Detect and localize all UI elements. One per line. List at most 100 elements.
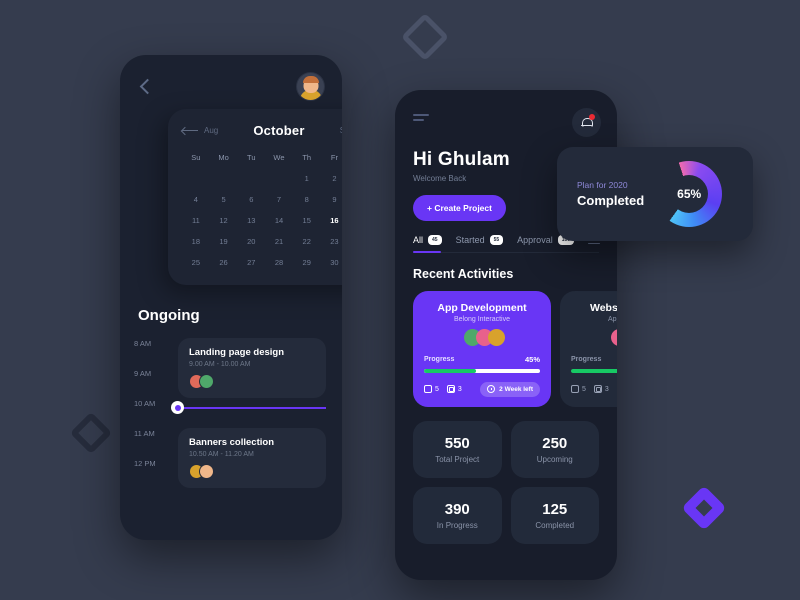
diamond-outline-right	[681, 485, 727, 531]
stat-card[interactable]: 390 In Progress	[413, 486, 502, 544]
left-phone-header	[120, 55, 342, 101]
calendar-grid[interactable]: SuMoTuWeThFrSa12345678910111213141516171…	[182, 152, 342, 269]
timeline-slot: 8 AM Landing page design 9.00 AM - 10.00 A…	[134, 338, 328, 398]
activity-title: App Development	[437, 302, 527, 314]
plan-eyebrow: Plan for 2020	[577, 180, 628, 190]
calendar-day[interactable]: 7	[265, 194, 293, 206]
calendar-day[interactable]: 23	[321, 236, 342, 248]
calendar-day[interactable]: 25	[182, 257, 210, 269]
calendar-day[interactable]: 14	[265, 215, 293, 227]
tab-label: All	[413, 235, 424, 245]
activity-meta: 53 2 Week left	[424, 381, 540, 397]
calendar-day[interactable]: 4	[182, 194, 210, 206]
timeline-hour-label: 10 AM	[134, 399, 156, 408]
create-project-button[interactable]: + Create Project	[413, 195, 506, 221]
calendar-day[interactable]: 26	[210, 257, 238, 269]
active-tab-underline	[413, 250, 441, 253]
calendar-day[interactable]: 8	[293, 194, 321, 206]
tab-all[interactable]: All 45	[413, 235, 442, 245]
image-icon	[424, 385, 432, 393]
chevron-left-icon[interactable]	[138, 80, 152, 94]
tab-started[interactable]: Started 55	[456, 235, 504, 245]
calendar-day[interactable]: 28	[265, 257, 293, 269]
activity-meta: 533 Days left	[571, 382, 617, 397]
calendar-weekday: We	[273, 153, 285, 162]
calendar-day[interactable]: 2	[321, 173, 342, 185]
deadline-pill: 2 Week left	[480, 381, 540, 397]
deadline-label: 2 Week left	[499, 385, 533, 393]
stat-value: 550	[444, 434, 470, 452]
recent-activities-title: Recent Activities	[413, 267, 514, 281]
stat-value: 125	[542, 500, 568, 518]
stat-value: 390	[444, 500, 470, 518]
calendar-day[interactable]: 19	[210, 236, 238, 248]
prev-month-label: Aug	[204, 126, 219, 135]
hamburger-menu-icon[interactable]	[413, 108, 429, 124]
stat-label: Completed	[535, 520, 575, 530]
calendar-day[interactable]: 5	[210, 194, 238, 206]
stat-label: Total Project	[435, 454, 480, 464]
ongoing-title: Ongoing	[138, 307, 200, 324]
calendar-day[interactable]: 1	[293, 173, 321, 185]
tab-label: Approval	[517, 235, 553, 245]
tab-label: Started	[455, 235, 485, 245]
timeline-hour-label: 11 AM	[134, 429, 155, 438]
calendar-weekday: Th	[302, 153, 312, 162]
arrow-left-icon	[182, 129, 198, 132]
plan-text: Plan for 2020 Completed	[577, 180, 644, 208]
stat-card[interactable]: 250 Upcoming	[510, 420, 599, 478]
stat-label: In Progress	[436, 520, 478, 530]
calendar-day[interactable]: 29	[293, 257, 321, 269]
comment-icon	[593, 385, 602, 393]
calendar-month-title: October	[253, 123, 305, 138]
progress-value: 45%	[524, 355, 540, 364]
plan-percent-label: 65%	[670, 175, 709, 213]
next-month-label: Sep	[340, 126, 342, 135]
plan-summary-card[interactable]: Plan for 2020 Completed 65%	[557, 147, 753, 241]
progress-label: Progress	[424, 356, 455, 363]
avatar[interactable]	[297, 73, 324, 100]
activity-title: Website Design	[590, 302, 617, 314]
schedule-timeline: 8 AM Landing page design 9.00 AM - 10.00 A…	[120, 338, 342, 488]
calendar-day[interactable]: 11	[182, 215, 210, 227]
tab-badge: 55	[489, 235, 504, 245]
calendar-weekday: Tu	[247, 153, 256, 162]
stat-cards: 550 Total Project 250 Upcoming 390 In Progres…	[413, 420, 599, 544]
calendar-day[interactable]: 9	[321, 194, 342, 206]
calendar-day[interactable]: 13	[237, 215, 265, 227]
calendar-day[interactable]: 21	[265, 236, 293, 248]
stat-value: 250	[542, 434, 568, 452]
stat-card[interactable]: 550 Total Project	[413, 420, 502, 478]
timeline-hour-label: 9 AM	[134, 369, 152, 378]
calendar-day[interactable]: 27	[237, 257, 265, 269]
calendar-day[interactable]: 15	[293, 215, 321, 227]
diamond-outline-top	[400, 12, 450, 62]
calendar-blank	[182, 173, 210, 185]
calendar-day[interactable]: 30	[321, 257, 342, 269]
notification-bell-icon[interactable]	[572, 108, 601, 137]
calendar-day[interactable]: 16	[321, 215, 342, 227]
canvas: Aug October Sep SuMoTuWeThFrSa1234567891…	[0, 0, 800, 600]
progress-label: Progress	[571, 356, 602, 363]
progress-row: Progress75%	[571, 355, 617, 364]
event-title: Banners collection	[189, 437, 274, 448]
avatar-orange	[611, 329, 617, 346]
calendar-day[interactable]: 12	[210, 215, 238, 227]
stat-card[interactable]: 125 Completed	[510, 486, 599, 544]
calendar-day[interactable]: 20	[237, 236, 265, 248]
activity-card[interactable]: App Development Belong Interactive Progres…	[413, 291, 551, 407]
calendar-prev-month[interactable]: Aug	[182, 126, 218, 135]
activity-cards: App Development Belong Interactive Progres…	[413, 291, 617, 407]
calendar-day[interactable]: 22	[293, 236, 321, 248]
calendar-day[interactable]: 6	[237, 194, 265, 206]
activity-card[interactable]: Website Design App Emirates Progress75% 533…	[560, 291, 617, 407]
calendar-weekday: Mo	[218, 153, 229, 162]
attachment-count: 5	[571, 385, 586, 393]
calendar-next-month[interactable]: Sep	[340, 126, 342, 135]
plan-donut-chart: 65%	[656, 161, 723, 227]
timeline-slot: 9 AM	[134, 368, 328, 398]
calendar-day[interactable]: 18	[182, 236, 210, 248]
timeline-hour-label: 12 PM	[134, 459, 156, 468]
calendar-header: Aug October Sep	[182, 123, 342, 138]
comment-icon	[446, 385, 455, 393]
